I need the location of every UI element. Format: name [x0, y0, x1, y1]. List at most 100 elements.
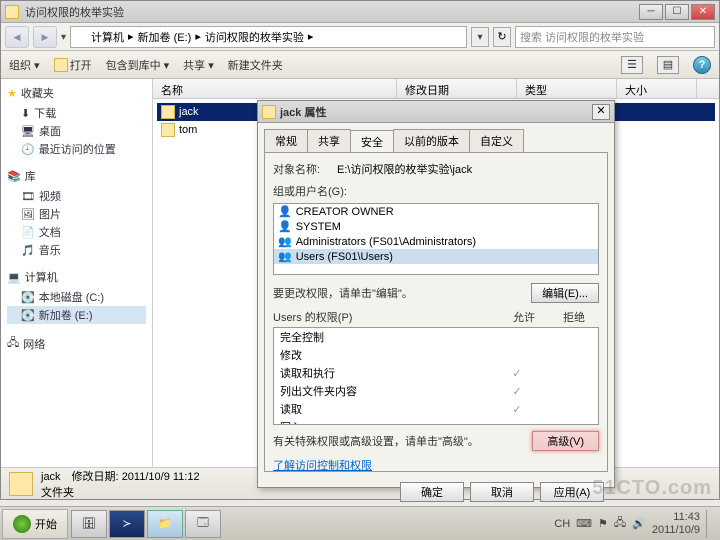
col-size[interactable]: 大小 — [617, 79, 697, 98]
check-icon — [492, 403, 542, 416]
share-menu[interactable]: 共享 ▾ — [183, 57, 214, 73]
view-options-button[interactable]: ☰ — [621, 56, 643, 74]
tab-general[interactable]: 常规 — [264, 129, 308, 152]
path-part[interactable]: 访问权限的枚举实验 — [205, 29, 304, 45]
nav-bar: 计算机 ▸ 新加卷 (E:) ▸ 访问权限的枚举实验 ▸ ↻ 搜索 访问权限的枚… — [1, 23, 719, 51]
sidebar-item-pictures[interactable]: 🖼图片 — [7, 205, 146, 223]
drive-icon: 💽 — [21, 291, 35, 304]
preview-pane-button[interactable]: ▤ — [657, 56, 679, 74]
tray-volume-icon[interactable]: 🔊 — [632, 517, 646, 530]
taskbar-item[interactable]: 🗔 — [185, 510, 221, 538]
sidebar-item-drive-c[interactable]: 💽本地磁盘 (C:) — [7, 288, 146, 306]
tray-network-icon[interactable]: 🖧 — [614, 514, 626, 533]
group-users-label: 组或用户名(G): — [273, 183, 599, 199]
cancel-button[interactable]: 取消 — [470, 482, 534, 502]
taskbar-powershell[interactable]: ≻ — [109, 510, 145, 538]
help-icon[interactable]: ? — [693, 56, 711, 74]
edit-hint: 要更改权限，请单击"编辑"。 — [273, 285, 531, 301]
refresh-button[interactable]: ↻ — [493, 27, 511, 47]
drive-icon: 💽 — [21, 309, 35, 322]
perm-list-folder[interactable]: 列出文件夹内容 — [274, 382, 598, 400]
picture-icon: 🖼 — [21, 208, 35, 221]
tray-flag-icon[interactable]: ⚑ — [598, 517, 608, 530]
music-icon: 🎵 — [21, 244, 35, 257]
tab-sharing[interactable]: 共享 — [307, 129, 351, 152]
address-bar[interactable]: 计算机 ▸ 新加卷 (E:) ▸ 访问权限的枚举实验 ▸ — [70, 26, 467, 48]
clock[interactable]: 11:43 2011/10/9 — [652, 511, 700, 535]
libraries-header[interactable]: 📚库 — [7, 168, 146, 184]
perm-read[interactable]: 读取 — [274, 400, 598, 418]
tab-customize[interactable]: 自定义 — [469, 129, 524, 152]
search-input[interactable]: 搜索 访问权限的枚举实验 — [515, 26, 715, 48]
start-button[interactable]: 开始 — [2, 509, 68, 539]
sidebar-item-documents[interactable]: 📄文档 — [7, 223, 146, 241]
taskbar: 开始 🗄 ≻ 📁 🗔 CH ⌨ ⚑ 🖧 🔊 11:43 2011/10/9 — [0, 506, 720, 540]
open-button[interactable]: 打开 — [54, 57, 92, 73]
taskbar-explorer[interactable]: 📁 — [147, 510, 183, 538]
col-name[interactable]: 名称 — [153, 79, 397, 98]
status-name: jack — [41, 471, 61, 483]
sidebar-item-drive-e[interactable]: 💽新加卷 (E:) — [7, 306, 146, 324]
library-icon: 📚 — [7, 170, 21, 183]
ime-indicator[interactable]: CH — [554, 518, 570, 530]
status-type: 文件夹 — [41, 484, 200, 500]
organize-menu[interactable]: 组织 ▾ — [9, 57, 40, 73]
perm-write[interactable]: 写入 — [274, 418, 598, 425]
perm-full-control[interactable]: 完全控制 — [274, 328, 598, 346]
dialog-titlebar[interactable]: jack 属性 ✕ — [258, 101, 614, 123]
security-tab-body: 对象名称: E:\访问权限的枚举实验\jack 组或用户名(G): 👤CREAT… — [264, 152, 608, 472]
sidebar-item-desktop[interactable]: 🖥桌面 — [7, 122, 146, 140]
principal-creator-owner[interactable]: 👤CREATOR OWNER — [274, 204, 598, 219]
network-header[interactable]: 🖧网络 — [7, 334, 146, 353]
star-icon: ★ — [7, 87, 17, 100]
edit-button[interactable]: 编辑(E)... — [531, 283, 599, 303]
permissions-list[interactable]: 完全控制 修改 读取和执行 列出文件夹内容 读取 写入 — [273, 327, 599, 425]
ime-options-icon[interactable]: ⌨ — [576, 517, 592, 530]
minimize-button[interactable]: ─ — [639, 4, 663, 20]
titlebar[interactable]: 访问权限的枚举实验 ─ ☐ ✕ — [1, 1, 719, 23]
sidebar-item-recent[interactable]: 🕘最近访问的位置 — [7, 140, 146, 158]
network-icon: 🖧 — [7, 334, 19, 353]
taskbar-server-manager[interactable]: 🗄 — [71, 510, 107, 538]
dialog-tabs: 常规 共享 安全 以前的版本 自定义 — [258, 123, 614, 152]
deny-header: 拒绝 — [549, 309, 599, 325]
principals-list[interactable]: 👤CREATOR OWNER 👤SYSTEM 👥Administrators (… — [273, 203, 599, 275]
col-type[interactable]: 类型 — [517, 79, 617, 98]
dialog-close-button[interactable]: ✕ — [592, 104, 610, 120]
perm-read-execute[interactable]: 读取和执行 — [274, 364, 598, 382]
sidebar-item-downloads[interactable]: ⬇下载 — [7, 104, 146, 122]
advanced-button[interactable]: 高级(V) — [532, 431, 599, 451]
close-button[interactable]: ✕ — [691, 4, 715, 20]
forward-button[interactable] — [33, 26, 57, 48]
principal-administrators[interactable]: 👥Administrators (FS01\Administrators) — [274, 234, 598, 249]
permissions-for-label: Users 的权限(P) — [273, 309, 499, 325]
new-folder-button[interactable]: 新建文件夹 — [228, 57, 283, 73]
allow-header: 允许 — [499, 309, 549, 325]
user-icon: 👤 — [278, 220, 292, 233]
path-sep: ▸ — [128, 30, 134, 43]
folder-icon — [75, 31, 87, 43]
computer-header[interactable]: 💻计算机 — [7, 269, 146, 285]
back-button[interactable] — [5, 26, 29, 48]
ok-button[interactable]: 确定 — [400, 482, 464, 502]
learn-acl-link[interactable]: 了解访问控制和权限 — [273, 457, 599, 473]
maximize-button[interactable]: ☐ — [665, 4, 689, 20]
principal-users[interactable]: 👥Users (FS01\Users) — [274, 249, 598, 264]
check-icon — [492, 367, 542, 380]
perm-modify[interactable]: 修改 — [274, 346, 598, 364]
history-dropdown-icon[interactable] — [61, 31, 66, 43]
col-date[interactable]: 修改日期 — [397, 79, 517, 98]
path-part[interactable]: 计算机 — [91, 29, 124, 45]
apply-button[interactable]: 应用(A) — [540, 482, 604, 502]
favorites-header[interactable]: ★收藏夹 — [7, 85, 146, 101]
address-dropdown[interactable] — [471, 27, 489, 47]
command-bar: 组织 ▾ 打开 包含到库中 ▾ 共享 ▾ 新建文件夹 ☰ ▤ ? — [1, 51, 719, 79]
sidebar-item-music[interactable]: 🎵音乐 — [7, 241, 146, 259]
path-part[interactable]: 新加卷 (E:) — [138, 29, 192, 45]
tab-previous-versions[interactable]: 以前的版本 — [393, 129, 470, 152]
include-menu[interactable]: 包含到库中 ▾ — [106, 57, 170, 73]
principal-system[interactable]: 👤SYSTEM — [274, 219, 598, 234]
sidebar-item-videos[interactable]: 🎞视频 — [7, 187, 146, 205]
tab-security[interactable]: 安全 — [350, 130, 394, 153]
show-desktop-button[interactable] — [706, 510, 714, 538]
